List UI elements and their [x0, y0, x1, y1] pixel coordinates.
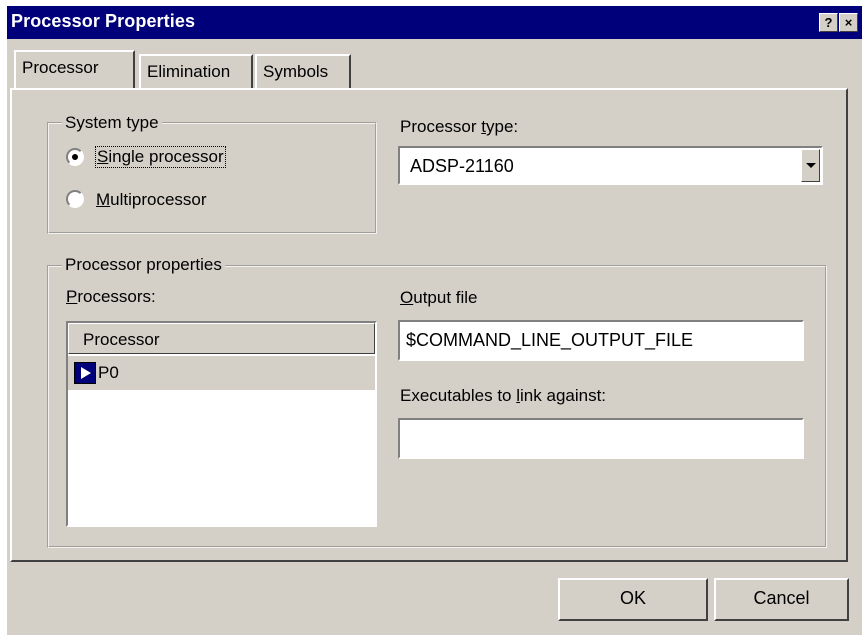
close-button[interactable]: ×	[839, 13, 858, 32]
ok-button[interactable]: OK	[558, 578, 708, 621]
cancel-button[interactable]: Cancel	[714, 578, 849, 621]
tab-symbols[interactable]: Symbols	[255, 54, 351, 89]
title-bar[interactable]: Processor Properties ? ×	[7, 6, 862, 39]
dialog-title: Processor Properties	[11, 11, 196, 31]
system-type-legend: System type	[62, 113, 162, 133]
tab-elimination[interactable]: Elimination	[139, 54, 253, 89]
help-button[interactable]: ?	[819, 13, 838, 32]
tab-processor[interactable]: Processor	[14, 50, 135, 88]
tab-panel-processor	[10, 88, 848, 562]
processor-properties-legend: Processor properties	[62, 255, 225, 275]
